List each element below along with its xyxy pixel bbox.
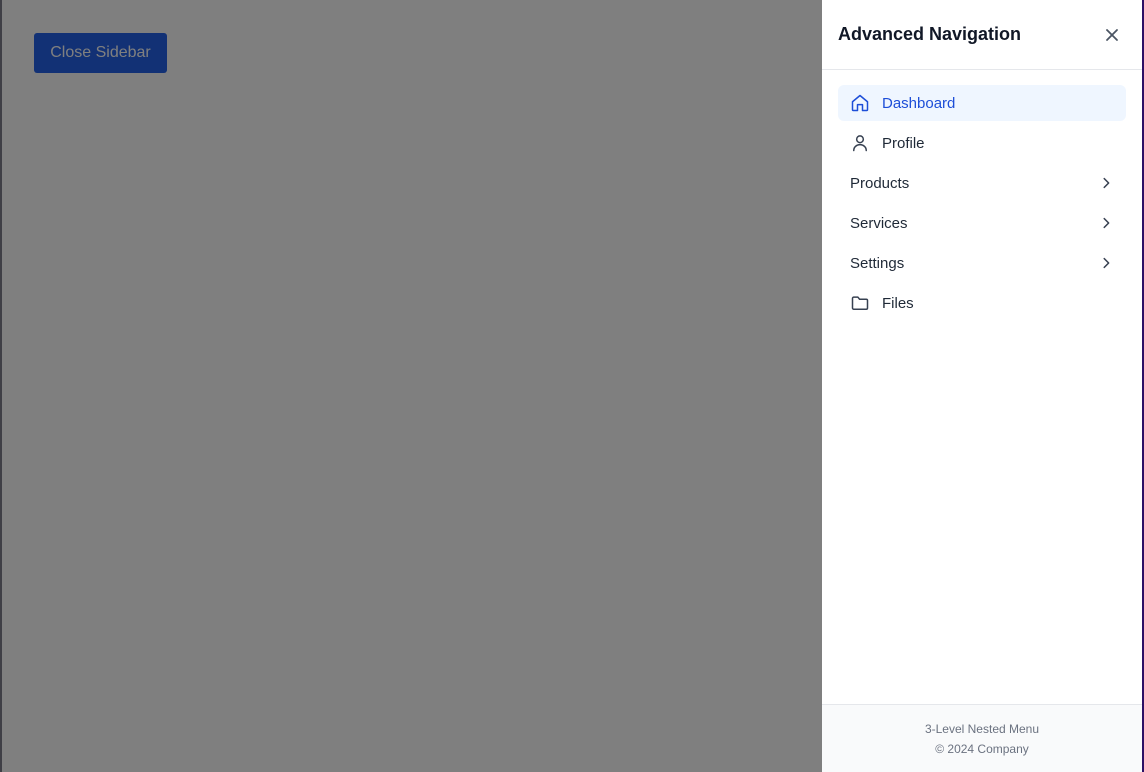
footer-copyright: © 2024 Company (935, 741, 1029, 756)
footer-menu-caption: 3-Level Nested Menu (924, 721, 1040, 736)
sidebar-item-label: Products (850, 174, 910, 192)
home-icon (850, 93, 870, 113)
sidebar-header: Advanced Navigation (822, 0, 1142, 70)
sidebar-item-files[interactable]: Files (838, 285, 1126, 321)
sidebar-footer: 3-Level Nested Menu © 2024 Company (822, 704, 1142, 772)
sidebar-item-label: Profile (882, 134, 925, 152)
sidebar-item-settings[interactable]: Settings (838, 245, 1126, 281)
chevron-right-icon (1098, 255, 1114, 271)
page: Close Sidebar Advanced Navigation Dashbo… (0, 0, 1144, 772)
sidebar-item-label: Services (850, 214, 908, 232)
page-edge-left (0, 0, 2, 772)
folder-icon (850, 293, 870, 313)
sidebar-title: Advanced Navigation (838, 24, 1022, 44)
sidebar-nav: Dashboard Profile Products Services Sett… (822, 70, 1142, 704)
close-icon[interactable] (1098, 21, 1126, 49)
sidebar-item-label: Settings (850, 254, 905, 272)
sidebar-item-label: Dashboard (882, 94, 956, 112)
sidebar-item-label: Files (882, 294, 914, 312)
chevron-right-icon (1098, 175, 1114, 191)
sidebar-item-products[interactable]: Products (838, 165, 1126, 201)
user-icon (850, 133, 870, 153)
sidebar-item-profile[interactable]: Profile (838, 125, 1126, 161)
chevron-right-icon (1098, 215, 1114, 231)
sidebar-item-services[interactable]: Services (838, 205, 1126, 241)
sidebar-item-dashboard[interactable]: Dashboard (838, 85, 1126, 121)
sidebar: Advanced Navigation Dashboard Profile Pr… (822, 0, 1142, 772)
